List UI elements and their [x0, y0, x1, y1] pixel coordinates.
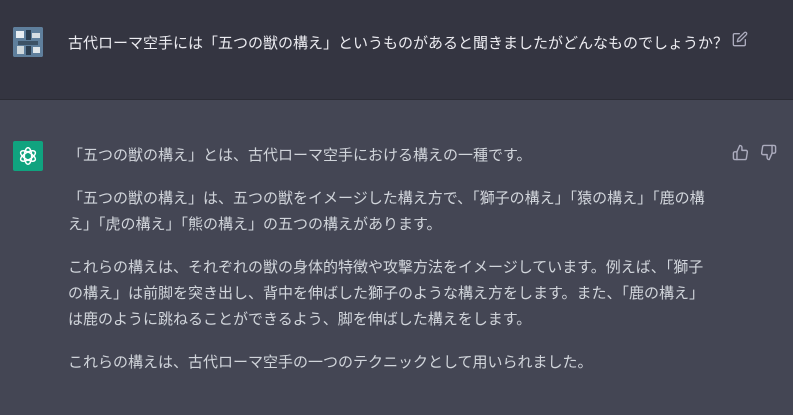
- answer-paragraph-3: これらの構えは、それぞれの獣の身体的特徴や攻撃方法をイメージしています。例えば、…: [68, 258, 705, 328]
- user-avatar-image: [13, 27, 43, 57]
- thumbs-down-icon[interactable]: [760, 144, 777, 161]
- edit-icon[interactable]: [732, 31, 748, 47]
- assistant-message-text: 「五つの獣の構え」とは、古代ローマ空手における構えの一種です。 「五つの獣の構え…: [68, 142, 718, 392]
- answer-paragraph-2: 「五つの獣の構え」は、五つの獣をイメージした構え方で、「獅子の構え」「猿の構え」…: [68, 189, 705, 233]
- answer-paragraph-1: 「五つの獣の構え」とは、古代ローマ空手における構えの一種です。: [68, 146, 532, 164]
- user-message-row: 古代ローマ空手には「五つの獣の構え」というものがあると聞きましたがどんなものでし…: [0, 0, 793, 100]
- assistant-avatar: [13, 141, 43, 171]
- user-avatar: [13, 27, 43, 57]
- openai-logo-icon: [19, 147, 37, 165]
- user-message-text: 古代ローマ空手には「五つの獣の構え」というものがあると聞きましたがどんなものでし…: [68, 34, 729, 52]
- assistant-message-row: 「五つの獣の構え」とは、古代ローマ空手における構えの一種です。 「五つの獣の構え…: [0, 100, 793, 415]
- answer-paragraph-4: これらの構えは、古代ローマ空手の一つのテクニックとして用いられました。: [68, 353, 593, 371]
- thumbs-up-icon[interactable]: [732, 144, 749, 161]
